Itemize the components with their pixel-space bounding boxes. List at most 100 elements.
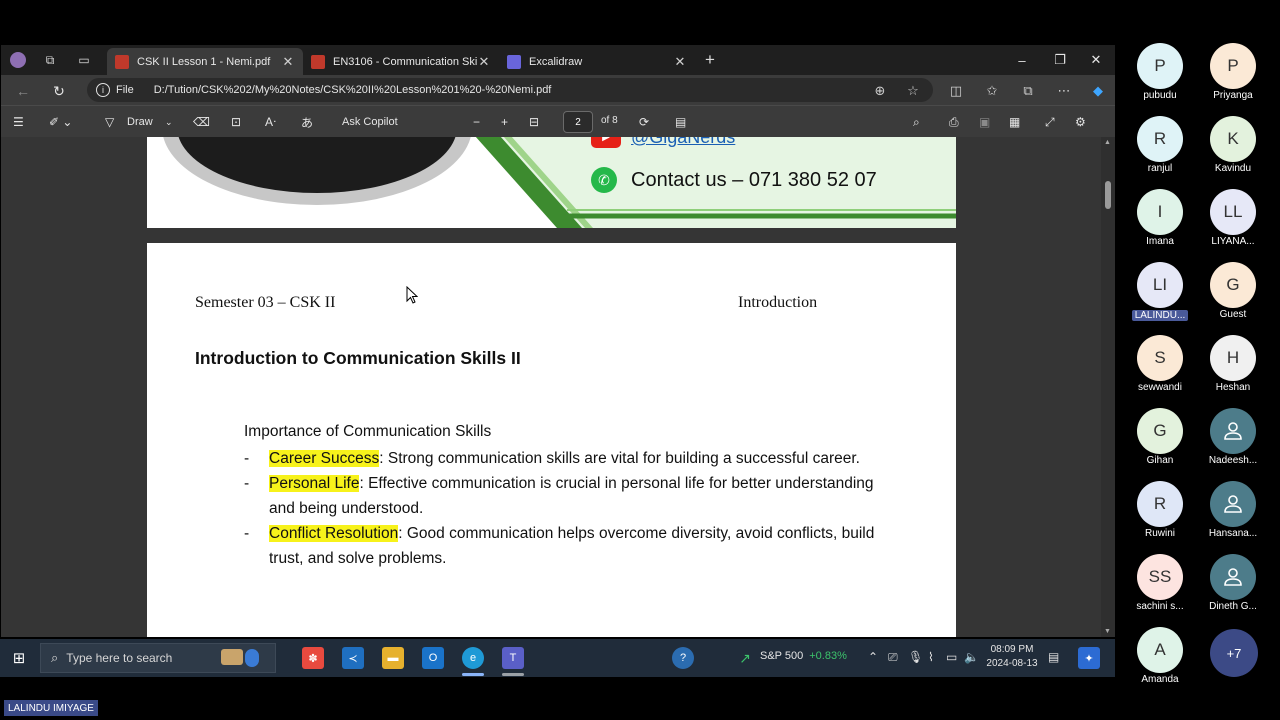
zoom-icon[interactable]: ⊕ <box>871 82 889 100</box>
participant-tile[interactable]: Hansana... <box>1198 481 1268 539</box>
scroll-up-icon[interactable]: ▲ <box>1104 139 1111 146</box>
participant-tile[interactable]: Dineth G... <box>1198 554 1268 612</box>
save-as-icon[interactable]: ▦ <box>1009 113 1020 131</box>
youtube-handle[interactable]: @GigaNerds <box>631 137 735 148</box>
copilot-icon[interactable]: ◆ <box>1089 82 1107 100</box>
close-tab-icon[interactable]: ✕ <box>673 54 687 70</box>
close-window-button[interactable]: ✕ <box>1081 50 1111 70</box>
more-menu-icon[interactable]: ⋯ <box>1055 82 1073 100</box>
workspaces-icon[interactable]: ⧉ <box>41 51 59 69</box>
participant-tile[interactable]: LL LIYANA... <box>1198 189 1268 247</box>
scroll-down-icon[interactable]: ▼ <box>1104 628 1111 635</box>
help-icon[interactable]: ? <box>672 647 694 669</box>
widgets-icon[interactable]: ✦ <box>1078 647 1100 669</box>
file-explorer-icon[interactable]: ▬ <box>382 647 404 669</box>
participant-tile[interactable]: P Priyanga <box>1198 43 1268 101</box>
profile-avatar[interactable] <box>9 51 27 69</box>
back-arrow-icon[interactable]: ← <box>13 81 33 101</box>
wifi-icon[interactable]: ⌇ <box>928 650 934 664</box>
vscode-icon[interactable]: ≺ <box>342 647 364 669</box>
draw-button[interactable]: Draw <box>127 113 153 131</box>
info-icon[interactable]: i <box>96 83 110 97</box>
battery-icon[interactable]: ▭ <box>946 650 957 664</box>
tab-excalidraw[interactable]: Excalidraw ✕ <box>499 48 695 75</box>
stock-chart-icon[interactable]: ↗ <box>734 647 756 669</box>
participant-tile[interactable]: Nadeesh... <box>1198 408 1268 466</box>
add-text-icon[interactable]: ⊡ <box>231 113 241 131</box>
avatar: G <box>1210 262 1256 308</box>
page-view-icon[interactable]: ▤ <box>675 113 686 131</box>
participant-tile[interactable]: G Guest <box>1198 262 1268 320</box>
settings-gear-icon[interactable]: ⚙ <box>1075 113 1086 131</box>
restore-button[interactable]: ❐ <box>1045 50 1075 70</box>
participant-tile[interactable]: K Kavindu <box>1198 116 1268 174</box>
fit-page-icon[interactable]: ⊟ <box>529 113 539 131</box>
contents-icon[interactable]: ☰ <box>13 113 24 131</box>
participant-name: Nadeesh... <box>1208 455 1258 466</box>
meet-now-icon[interactable]: ⎚ <box>888 650 898 665</box>
stock-widget[interactable]: S&P 500 +0.83% <box>760 650 847 662</box>
tab-en3106[interactable]: EN3106 - Communication Skills I ✕ <box>303 48 499 75</box>
system-clock[interactable]: 08:09 PM 2024-08-13 <box>986 643 1038 671</box>
address-bar-row: ← ↻ i File D:/Tution/CSK%202/My%20Notes/… <box>1 75 1115 105</box>
active-app-indicator <box>462 673 484 676</box>
participant-tile[interactable]: Ssewwandi <box>1125 335 1195 393</box>
windows-start-icon[interactable]: ⊞ <box>8 647 30 669</box>
ask-copilot-button[interactable]: Ask Copilot <box>342 113 398 131</box>
draw-dropdown-icon[interactable]: ⌄ <box>165 113 173 131</box>
close-tab-icon[interactable]: ✕ <box>281 54 295 70</box>
participant-tile[interactable]: Ppubudu <box>1125 43 1195 101</box>
participant-tile[interactable]: A Amanda <box>1125 627 1195 685</box>
close-tab-icon[interactable]: ✕ <box>477 54 491 70</box>
search-icon[interactable]: ⌕ <box>913 113 920 131</box>
notifications-icon[interactable]: ▤ <box>1048 650 1059 664</box>
volume-icon[interactable]: 🔈 <box>964 650 979 664</box>
refresh-icon[interactable]: ↻ <box>49 81 69 101</box>
participant-tile[interactable]: G Gihan <box>1125 408 1195 466</box>
minimize-button[interactable]: – <box>1007 50 1037 70</box>
windows-taskbar: ⊞ ⌕ Type here to search ✽ ≺ ▬ O e T ? ↗ … <box>0 639 1115 677</box>
participant-tile[interactable]: LI LALINDU... <box>1125 262 1195 326</box>
scrollbar-thumb[interactable] <box>1105 181 1111 209</box>
highlight-icon[interactable]: ✐ ⌄ <box>49 113 72 131</box>
search-highlight-icon <box>221 649 259 667</box>
participant-tile[interactable]: I Imana <box>1125 189 1195 247</box>
favorite-star-icon[interactable]: ☆ <box>904 82 922 100</box>
tab-csk-lesson[interactable]: CSK II Lesson 1 - Nemi.pdf ✕ <box>107 48 303 75</box>
pdf-toolbar: ☰ ✐ ⌄ ▽ Draw ⌄ ⌫ ⊡ Aᐧ あ Ask Copilot − + … <box>1 105 1115 137</box>
microphone-icon[interactable]: 🎙 <box>908 650 923 664</box>
draw-icon[interactable]: ▽ <box>105 113 114 131</box>
address-bar[interactable]: i File D:/Tution/CSK%202/My%20Notes/CSK%… <box>87 78 933 102</box>
fullscreen-icon[interactable]: ⤢ <box>1045 113 1055 131</box>
outlook-icon[interactable]: O <box>422 647 444 669</box>
tab-actions-icon[interactable]: ▭ <box>75 51 93 69</box>
rotate-icon[interactable]: ⟳ <box>639 113 649 131</box>
favorites-icon[interactable]: ✩ <box>983 82 1001 100</box>
participant-tile[interactable]: SS sachini s... <box>1125 554 1195 612</box>
read-aloud-icon[interactable]: Aᐧ <box>265 113 276 131</box>
page-number-input[interactable]: 2 <box>563 111 593 133</box>
pdf-viewer[interactable]: ▶ @GigaNerds ✆ Contact us – 071 380 52 0… <box>1 137 1115 637</box>
zoom-in-icon[interactable]: + <box>501 113 508 131</box>
collections-icon[interactable]: ⧉ <box>1019 82 1037 100</box>
teams-icon[interactable]: T <box>502 647 524 669</box>
youtube-link[interactable]: ▶ @GigaNerds <box>591 137 735 148</box>
url-text[interactable]: D:/Tution/CSK%202/My%20Notes/CSK%20II%20… <box>154 84 552 96</box>
zoom-out-icon[interactable]: − <box>473 113 480 131</box>
edge-icon[interactable]: e <box>462 647 484 669</box>
split-screen-icon[interactable]: ◫ <box>947 82 965 100</box>
erase-icon[interactable]: ⌫ <box>193 113 210 131</box>
url-scheme: File <box>116 84 134 96</box>
vertical-scrollbar[interactable]: ▲ ▼ <box>1101 137 1115 637</box>
save-icon[interactable]: ▣ <box>979 113 990 131</box>
print-icon[interactable]: ⎙ <box>949 113 959 131</box>
participant-tile[interactable]: R Ruwini <box>1125 481 1195 539</box>
more-participants-button[interactable]: +7 <box>1210 629 1258 677</box>
new-tab-button[interactable]: + <box>701 50 719 69</box>
translate-icon[interactable]: あ <box>301 113 313 131</box>
participant-tile[interactable]: H Heshan <box>1198 335 1268 393</box>
show-hidden-icons-icon[interactable]: ⌃ <box>868 650 878 664</box>
app-icon-red[interactable]: ✽ <box>302 647 324 669</box>
participant-tile[interactable]: Rranjul <box>1125 116 1195 174</box>
taskbar-search[interactable]: ⌕ Type here to search <box>40 643 276 673</box>
